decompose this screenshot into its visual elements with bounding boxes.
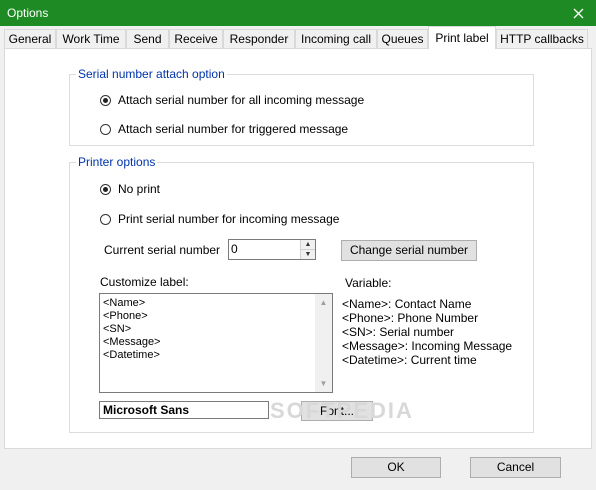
stepper-down-icon[interactable]: ▼	[301, 249, 315, 259]
variable-heading: Variable:	[345, 276, 392, 290]
label-template-lines: <Name> <Phone> <SN> <Message> <Datetime>	[103, 297, 160, 362]
radio-label: Attach serial number for triggered messa…	[118, 122, 349, 136]
title-bar: Options	[0, 0, 596, 26]
tab-receive[interactable]: Receive	[169, 29, 223, 48]
serial-number-value[interactable]: 0	[231, 242, 238, 256]
close-icon	[573, 8, 583, 18]
variable-item: <Name>: Contact Name	[342, 297, 472, 311]
tab-panel: Serial number attach option Attach seria…	[4, 48, 592, 449]
tab-incoming-call[interactable]: Incoming call	[295, 29, 377, 48]
tab-work-time[interactable]: Work Time	[56, 29, 126, 48]
radio-label: Attach serial number for all incoming me…	[118, 93, 365, 107]
label-line: <SN>	[103, 323, 132, 335]
group-title: Printer options	[76, 155, 158, 169]
tab-http-callbacks[interactable]: HTTP callbacks	[496, 29, 588, 48]
label-line: <Phone>	[103, 310, 148, 322]
watermark: SOFTPEDIA	[270, 398, 414, 423]
tab-general[interactable]: General	[4, 29, 56, 48]
label-template-textarea[interactable]: <Name> <Phone> <SN> <Message> <Datetime>…	[99, 293, 333, 393]
radio-button[interactable]	[100, 94, 111, 106]
label-line: <Name>	[103, 297, 146, 309]
close-button[interactable]	[560, 0, 596, 26]
radio-button[interactable]	[100, 213, 111, 225]
serial-attach-group: Serial number attach option Attach seria…	[69, 67, 534, 146]
radio-attach-all[interactable]: Attach serial number for all incoming me…	[100, 93, 364, 107]
textarea-scrollbar[interactable]: ▲ ▼	[315, 294, 332, 392]
customize-label-heading: Customize label:	[100, 275, 189, 289]
radio-label: Print serial number for incoming message	[118, 212, 340, 226]
font-name-value: Microsoft Sans	[103, 403, 190, 417]
radio-print-serial[interactable]: Print serial number for incoming message	[100, 212, 339, 226]
variable-item: <Message>: Incoming Message	[342, 339, 513, 353]
stepper-up-icon[interactable]: ▲	[301, 240, 315, 250]
window-title: Options	[7, 6, 49, 20]
variable-item: <Datetime>: Current time	[342, 353, 477, 367]
radio-no-print[interactable]: No print	[100, 182, 160, 196]
group-title: Serial number attach option	[76, 67, 227, 81]
current-serial-label: Current serial number	[104, 243, 221, 257]
cancel-button[interactable]: Cancel	[470, 457, 561, 478]
scroll-up-icon[interactable]: ▲	[315, 294, 332, 311]
tab-strip: General Work Time Send Receive Responder…	[4, 26, 594, 49]
tab-queues[interactable]: Queues	[377, 29, 428, 48]
tab-send[interactable]: Send	[126, 29, 169, 48]
tab-responder[interactable]: Responder	[223, 29, 295, 48]
label-line: <Message>	[103, 336, 161, 348]
variable-item: <SN>: Serial number	[342, 325, 455, 339]
label-line: <Datetime>	[103, 349, 160, 361]
font-name-field: Microsoft Sans	[99, 401, 269, 419]
stepper-arrows[interactable]: ▲ ▼	[300, 240, 315, 259]
change-serial-button[interactable]: Change serial number	[341, 240, 477, 261]
radio-label: No print	[118, 182, 161, 196]
variable-item: <Phone>: Phone Number	[342, 311, 479, 325]
ok-button[interactable]: OK	[351, 457, 441, 478]
tab-print-label[interactable]: Print label	[428, 26, 496, 49]
radio-button[interactable]	[100, 183, 111, 195]
radio-button[interactable]	[100, 123, 111, 135]
serial-number-stepper[interactable]: 0 ▲ ▼	[228, 239, 316, 260]
scroll-down-icon[interactable]: ▼	[315, 375, 332, 392]
variable-list: <Name>: Contact Name <Phone>: Phone Numb…	[342, 297, 512, 367]
radio-attach-triggered[interactable]: Attach serial number for triggered messa…	[100, 122, 348, 136]
printer-options-group: Printer options No print Print serial nu…	[69, 155, 534, 433]
